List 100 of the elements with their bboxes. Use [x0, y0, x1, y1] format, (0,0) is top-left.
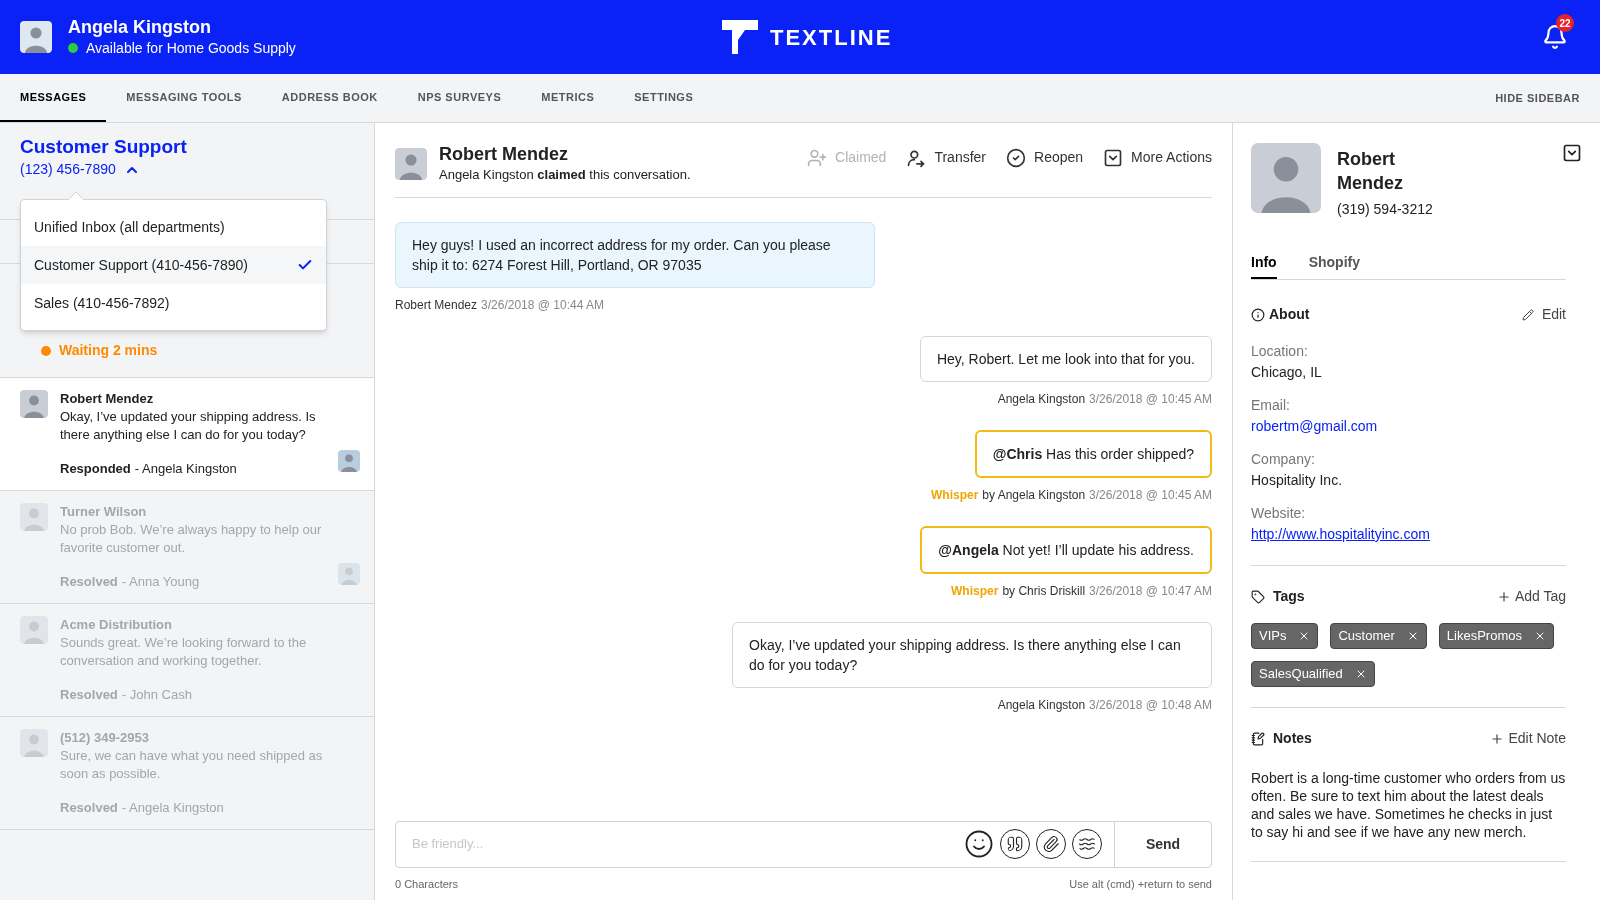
claim-note: Angela Kingston claimed this conversation.	[439, 166, 691, 184]
tag-chip[interactable]: VIPs	[1251, 623, 1319, 649]
field-value: Hospitality Inc.	[1251, 471, 1344, 490]
smiley-icon[interactable]	[964, 829, 994, 859]
user-name: Angela Kingston	[68, 15, 212, 38]
notes-icon	[1251, 731, 1265, 746]
message-bubble: Hey, Robert. Let me look into that for you.	[919, 335, 1212, 382]
field-label: Company:	[1251, 450, 1316, 469]
edit-note-button[interactable]: Edit Note	[1490, 728, 1566, 749]
chevron-down-icon[interactable]	[1562, 143, 1582, 163]
character-count: 0 Characters	[395, 876, 458, 892]
send-button[interactable]: Send	[1114, 821, 1211, 867]
tag-chip[interactable]: SalesQualified	[1251, 661, 1375, 687]
tag-chip[interactable]: Customer	[1330, 623, 1427, 649]
contact-name: Turner Wilson	[60, 503, 148, 521]
avatar	[395, 147, 427, 180]
action-button[interactable]: More Actions	[1103, 147, 1212, 168]
message-author: Robert Mendez	[395, 296, 478, 314]
message-author: by Angela Kingston	[982, 486, 1086, 504]
dropdown-option[interactable]: Sales (410-456-7892)	[21, 284, 326, 322]
message-author: Angela Kingston	[997, 696, 1086, 714]
edit-button[interactable]: Edit	[1521, 304, 1566, 325]
message-preview: Sure, we can have what you need shipped as soon as possible.	[60, 747, 324, 783]
avatar	[20, 390, 48, 418]
conversation-status: Responded	[60, 460, 131, 478]
field-label: Email:	[1251, 396, 1291, 415]
avatar	[20, 21, 52, 53]
logo-icon	[722, 20, 758, 54]
message-time: 3/26/2018 @ 10:45 AM	[1089, 390, 1212, 408]
tag-icon	[1251, 589, 1265, 604]
conversation-title: Robert Mendez	[439, 143, 569, 165]
avatar	[1251, 143, 1321, 213]
sidebar-tab[interactable]: Info	[1251, 252, 1277, 279]
conversation-status: Resolved	[60, 573, 118, 591]
agent-name: - John Cash	[121, 686, 192, 704]
nav-tab[interactable]: MESSAGING TOOLS	[106, 74, 262, 122]
nav-tab[interactable]: NPS SURVEYS	[397, 74, 522, 122]
field-label: Location:	[1251, 342, 1309, 361]
user-plus-icon	[807, 147, 828, 168]
chevron-down-icon	[1103, 147, 1124, 168]
avatar	[20, 503, 48, 531]
message-bubble: @Angela Not yet! I’ll update his address.	[920, 525, 1212, 574]
contact-name: Robert Mendez	[1337, 148, 1404, 195]
avatar	[20, 729, 48, 757]
conversation-status: Resolved	[60, 686, 118, 704]
message-input[interactable]: Be friendly...	[412, 834, 964, 854]
message-bubble: @Chris Has this order shipped?	[974, 429, 1212, 478]
message-composer[interactable]: Be friendly... Send	[395, 820, 1212, 868]
action-button[interactable]: Transfer	[906, 147, 986, 168]
send-hint: Use alt (cmd) +return to send	[1069, 876, 1212, 892]
department-phone: (123) 456-7890	[20, 160, 116, 179]
conversation-item[interactable]: Robert Mendez Okay, I’ve updated your shipping address. Is there anything else I can do for you today? Responded - Angela Kingston	[0, 378, 374, 491]
notification-badge: 22	[1556, 14, 1574, 32]
action-button[interactable]: Reopen	[1006, 147, 1084, 168]
message-time: 3/26/2018 @ 10:48 AM	[1089, 696, 1212, 714]
conversation-status: Resolved	[60, 799, 118, 817]
avatar	[20, 616, 48, 644]
email-link[interactable]: robertm@gmail.com	[1251, 416, 1378, 437]
department-title[interactable]: Customer Support	[20, 135, 187, 159]
tag-chip[interactable]: LikesPromos	[1438, 623, 1554, 649]
plus-icon	[1496, 589, 1511, 604]
avatar	[338, 450, 360, 472]
waiting-status: Waiting 2 mins	[59, 341, 158, 360]
nav-tab[interactable]: METRICS	[521, 74, 615, 122]
dropdown-option[interactable]: Unified Inbox (all departments)	[21, 208, 326, 246]
check-circle-icon	[1006, 147, 1026, 168]
plus-icon	[1490, 731, 1505, 746]
field-label: Website:	[1251, 504, 1307, 523]
agent-name: - Angela Kingston	[134, 460, 237, 478]
logo: TEXTLINE	[770, 23, 893, 52]
info-icon	[1251, 307, 1265, 322]
whisper-label: Whisper	[930, 486, 979, 504]
field-value: Chicago, IL	[1251, 363, 1323, 382]
message-preview: Sounds great. We’re looking forward to the conversation and working together.	[60, 634, 308, 670]
avatar	[338, 563, 360, 585]
message-preview: No prob Bob. We’re always happy to help our favorite customer out.	[60, 521, 323, 557]
website-link[interactable]: http://www.hospitalityinc.com	[1251, 524, 1430, 545]
agent-name: - Anna Young	[121, 573, 200, 591]
message-time: 3/26/2018 @ 10:47 AM	[1089, 582, 1212, 600]
user-status: Available for Home Goods Supply	[86, 38, 296, 58]
sidebar-tab[interactable]: Shopify	[1308, 252, 1360, 279]
contact-name: Acme Distribution	[60, 616, 173, 634]
message-author: by Chris Driskill	[1002, 582, 1086, 600]
hide-sidebar-button[interactable]: HIDE SIDEBAR	[1475, 74, 1600, 122]
whisper-label: Whisper	[951, 582, 999, 600]
message-bubble: Okay, I’ve updated your shipping address. Is there anything else I can do for you today?	[732, 621, 1212, 688]
section-title: Notes	[1273, 729, 1312, 748]
contact-phone: (319) 594-3212	[1337, 200, 1434, 219]
message-author: Angela Kingston	[997, 390, 1086, 408]
agent-name: - Angela Kingston	[121, 799, 224, 817]
contact-name: Robert Mendez	[60, 390, 155, 408]
notes-text: Robert is a long-time customer who orders from us often. Be sure to text him about the latest deals and sales we have. Sometimes he checks in just to say hi and see if we have any new merch.	[1251, 769, 1566, 862]
nav-tab[interactable]: ADDRESS BOOK	[261, 74, 398, 122]
add-tag-button[interactable]: Add Tag	[1496, 586, 1566, 607]
message-bubble: Hey guys! I used an incorrect address for my order. Can you please ship it to: 6274 Forest Hill, Portland, OR 97035	[395, 221, 875, 288]
nav-tab[interactable]: SETTINGS	[614, 74, 714, 122]
dropdown-option[interactable]: Customer Support (410-456-7890)	[21, 246, 326, 284]
section-title: About	[1269, 305, 1310, 324]
message-time: 3/26/2018 @ 10:44 AM	[481, 296, 604, 314]
pencil-icon	[1521, 308, 1534, 321]
